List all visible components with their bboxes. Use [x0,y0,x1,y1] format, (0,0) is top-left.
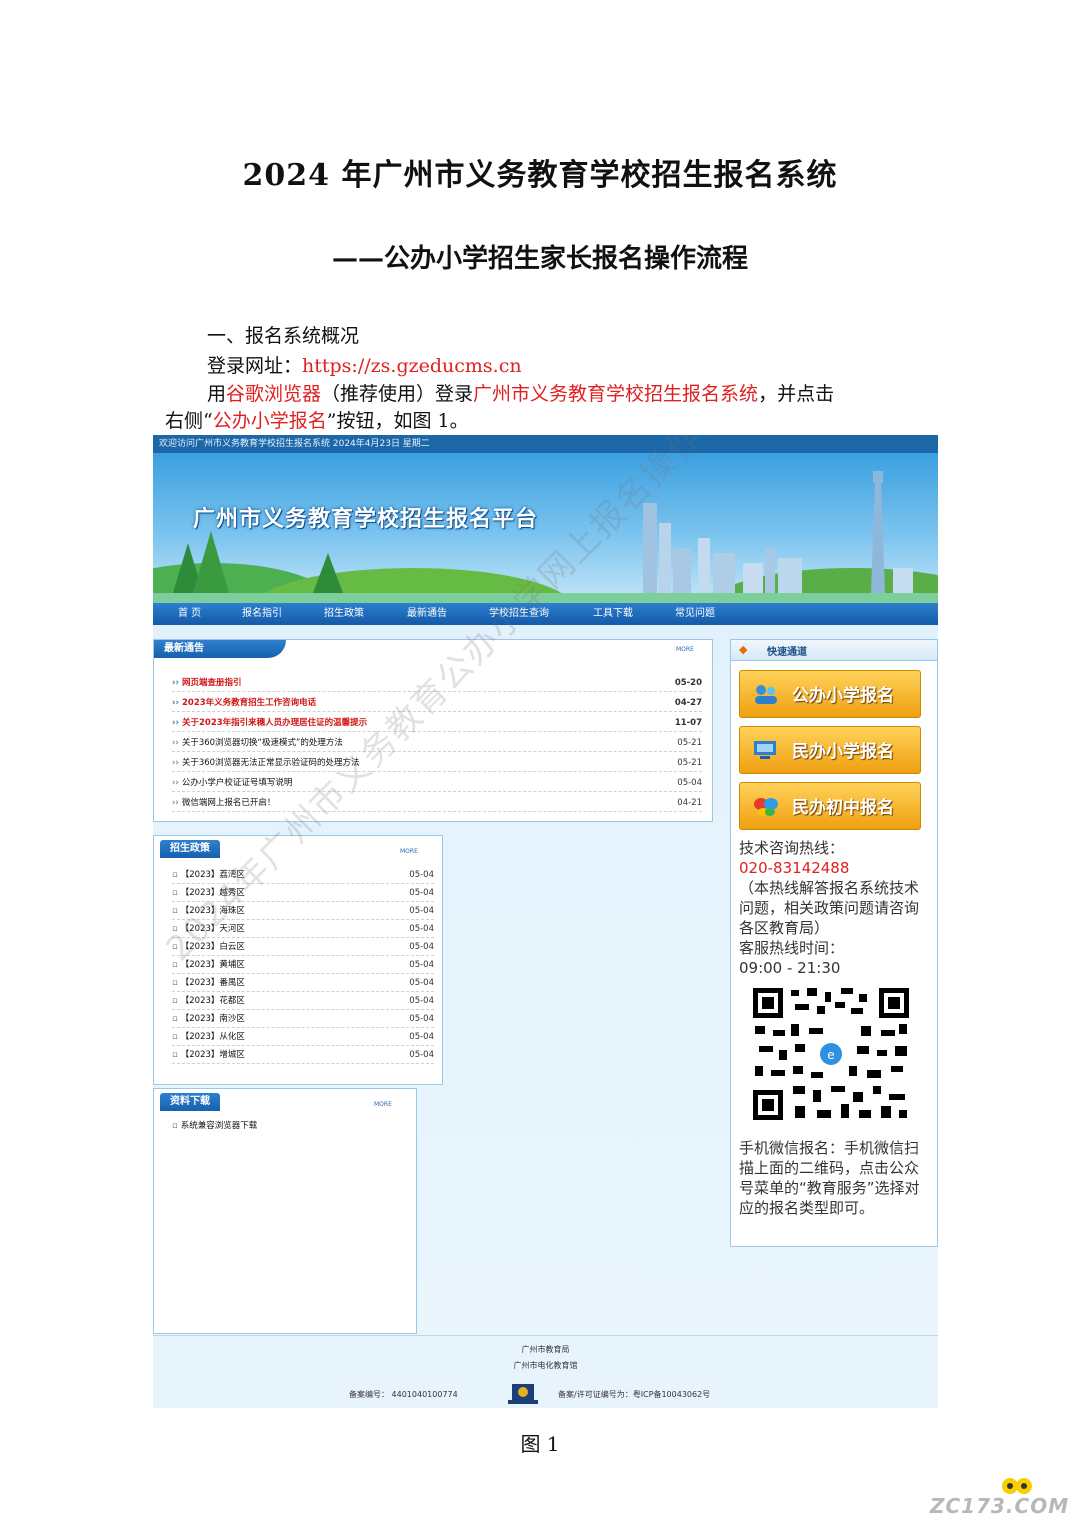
quick-access-panel: ◆ 快速通道 公办小学报名 民办小学报名 民办初中报名 技术咨询热线： 020-… [730,639,938,1247]
document-subtitle: ——公办小学招生家长报名操作流程 [331,244,748,274]
quick-icon: ◆ [739,643,748,656]
private-middle-register-button[interactable]: 民办初中报名 [739,782,921,830]
notice-row[interactable]: ›› 公办小学户校证证号填写说明 05-04 [172,774,702,792]
policy-row[interactable]: ▫ 【2023】南沙区 05-04 [172,1010,434,1028]
nav-faq[interactable]: 常见问题 [675,603,715,625]
instruction-text: 用 [207,383,227,405]
downloads-panel: 资料下载 MORE ▫ 系统兼容浏览器下载 [153,1088,417,1334]
notices-title: 最新通告 [154,640,286,658]
site-title: 广州市义务教育学校招生报名平台 [193,507,539,532]
figure-caption: 图 1 [520,1432,560,1456]
instruction-line-2: 右侧“公办小学报名”按钮，如图 1。 [165,407,469,435]
notice-row[interactable]: ›› 关于360浏览器切换“极速模式”的处理方法 05-21 [172,734,702,752]
nav-guide[interactable]: 报名指引 [242,603,282,625]
public-primary-register-label: 公办小学报名 [792,686,894,706]
login-line: 登录网址：https://zs.gzeducms.cn [207,352,522,380]
system-name: 广州市义务教育学校招生报名系统 [473,383,759,405]
hours-label: 客服热线时间： [739,939,845,957]
computer-icon [754,741,776,759]
nav-home[interactable]: 首 页 [178,603,201,625]
quick-title: 快速通道 [767,647,807,658]
butterfly-icon [754,798,778,816]
instruction-line-1: 用谷歌浏览器（推荐使用）登录广州市义务教育学校招生报名系统，并点击 [207,380,834,408]
welcome-bar: 欢迎访问广州市义务教育学校招生报名系统 2024年4月23日 星期二 [153,435,938,453]
footer-org-1: 广州市教育局 [521,1345,570,1354]
downloads-more-link[interactable]: MORE [374,1101,392,1108]
policy-row[interactable]: ▫ 【2023】黄埔区 05-04 [172,956,434,974]
svg-text:e: e [827,1048,834,1062]
footer-org-2: 广州市电化教育馆 [513,1361,578,1370]
wechat-qr-code: e [751,986,911,1122]
private-primary-register-label: 民办小学报名 [792,742,894,762]
people-icon [755,685,777,704]
hours-value: 09:00 - 21:30 [739,959,841,977]
instruction-text: ，并点击 [758,383,835,405]
login-url-link[interactable]: https://zs.gzeducms.cn [302,355,522,377]
policy-row[interactable]: ▫ 【2023】番禺区 05-04 [172,974,434,992]
police-badge-icon [508,1384,538,1404]
site-footer: 广州市教育局 广州市电化教育馆 备案编号： 4401040100774 备案/许… [153,1335,938,1408]
mascot-logo-icon [1002,1478,1032,1494]
policy-row[interactable]: ▫ 【2023】增城区 05-04 [172,1046,434,1064]
policy-row[interactable]: ▫ 【2023】花都区 05-04 [172,992,434,1010]
notices-more-link[interactable]: MORE [676,646,694,653]
public-primary-register-button[interactable]: 公办小学报名 [739,670,921,718]
nav-downloads[interactable]: 工具下载 [593,603,633,625]
button-reference: 公办小学报名 [212,410,327,432]
hotline-note: （本热线解答报名系统技术问题，相关政策问题请咨询各区教育局） [739,879,920,937]
instruction-text: 右侧“ [165,410,213,432]
browser-name: 谷歌浏览器 [226,383,322,405]
footer-icp-number: 备案/许可证编号为：粤ICP备10043062号 [558,1390,711,1399]
hotline-number: 020-83142488 [739,859,850,877]
private-middle-register-label: 民办初中报名 [792,798,894,818]
downloads-title: 资料下载 [160,1093,220,1111]
nav-notices[interactable]: 最新通告 [407,603,447,625]
private-primary-register-button[interactable]: 民办小学报名 [739,726,921,774]
section-heading: 一、报名系统概况 [207,325,360,347]
footer-record-number: 备案编号： 4401040100774 [349,1390,458,1399]
notice-row[interactable]: ›› 微信端网上报名已开启！ 04-21 [172,794,702,812]
policy-more-link[interactable]: MORE [400,848,418,855]
instruction-text: ”按钮，如图 1。 [326,410,469,432]
hotline-label: 技术咨询热线： [739,839,845,857]
quick-header: ◆ 快速通道 [731,640,937,661]
wechat-instructions: 手机微信报名：手机微信扫描上面的二维码，点击公众号菜单的“教育服务”选择对应的报… [739,1139,920,1217]
document-title: 2024 年广州市义务教育学校招生报名系统 [242,158,838,193]
policy-row[interactable]: ▫ 【2023】从化区 05-04 [172,1028,434,1046]
nav-policy[interactable]: 招生政策 [324,603,364,625]
login-label: 登录网址： [207,355,303,377]
instruction-text: （推荐使用）登录 [321,383,474,405]
download-row[interactable]: ▫ 系统兼容浏览器下载 [172,1117,402,1135]
notice-row[interactable]: ›› 关于360浏览器无法正常显示验证码的处理方法 05-21 [172,754,702,772]
policy-title: 招生政策 [160,840,220,858]
figure-screenshot: 欢迎访问广州市义务教育学校招生报名系统 2024年4月23日 星期二 广州市义务… [153,435,938,1408]
